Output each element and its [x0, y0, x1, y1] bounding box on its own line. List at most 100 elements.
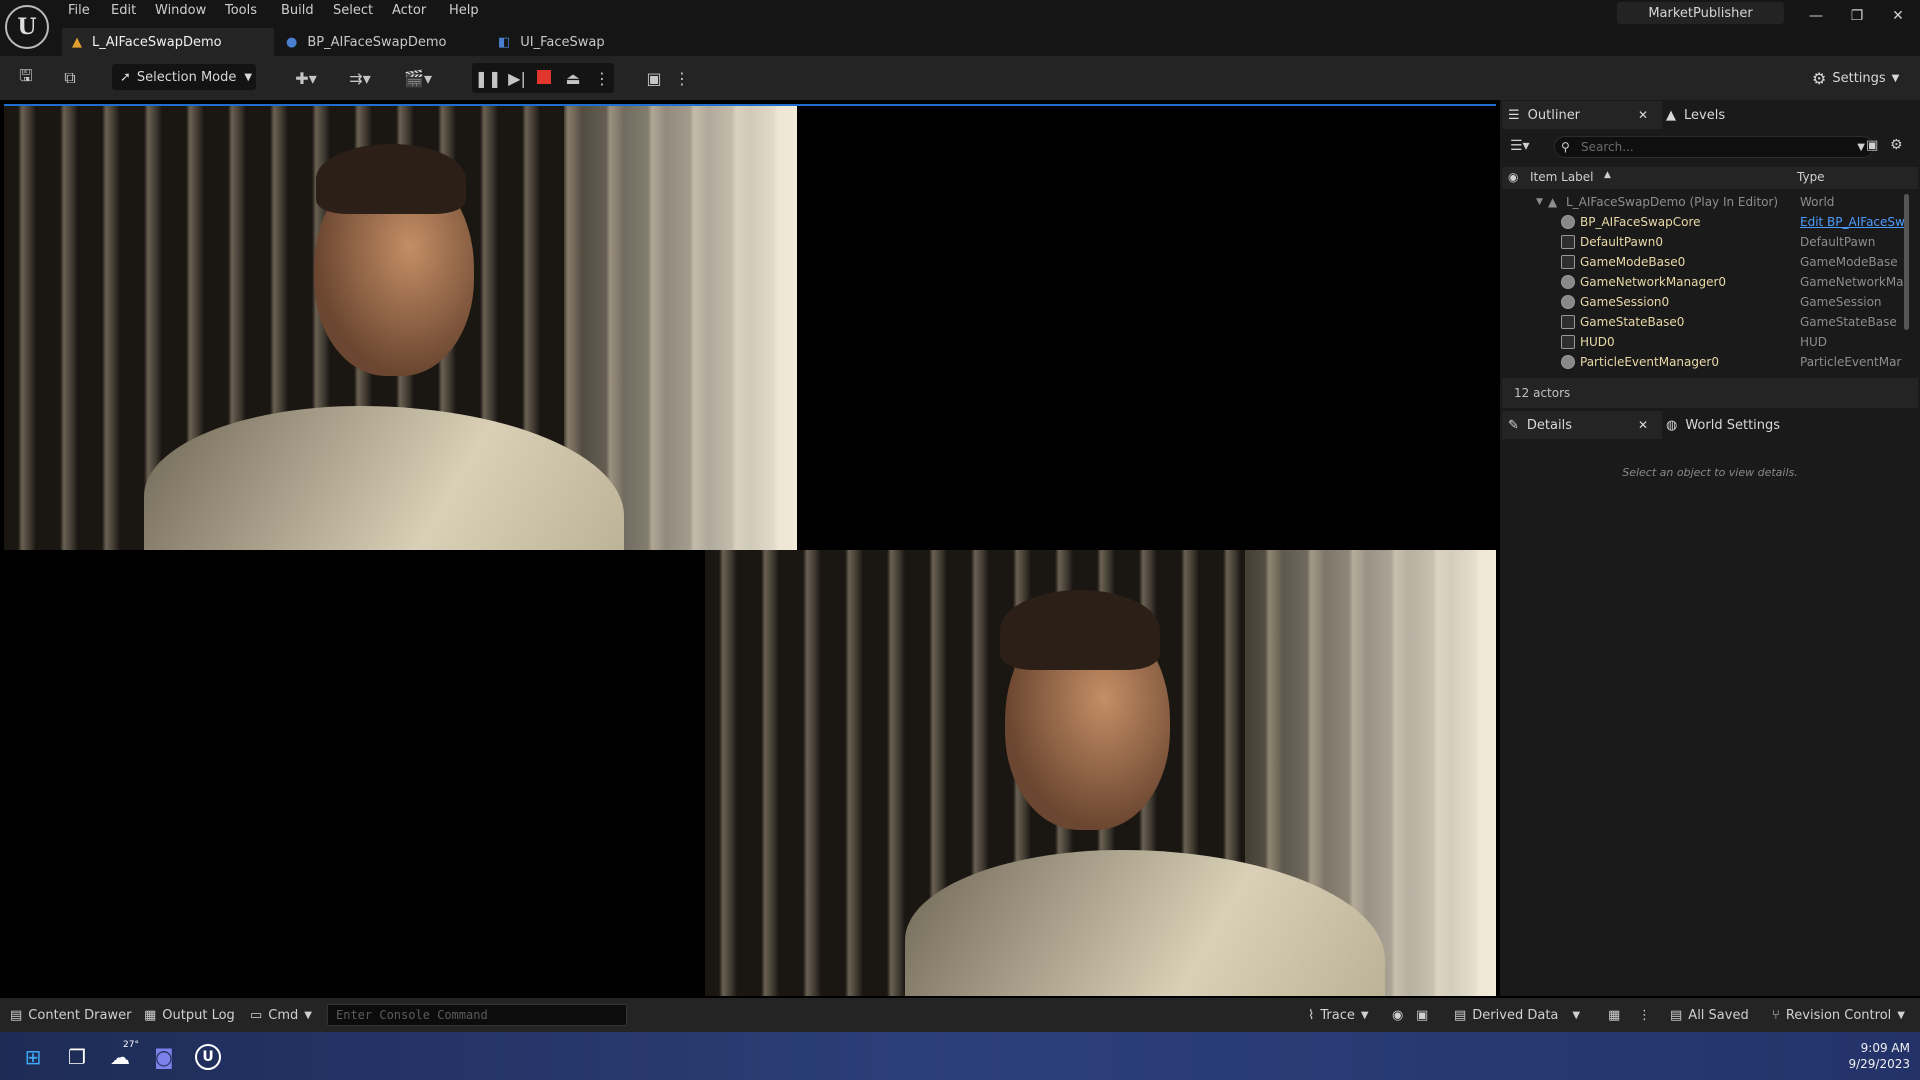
windows-taskbar [0, 1032, 1920, 1080]
restore-icon[interactable]: ❐ [1845, 6, 1869, 26]
outliner-scrollbar[interactable] [1904, 194, 1909, 330]
visibility-icon[interactable]: ◉ [1508, 170, 1518, 184]
tab-outliner-label: Outliner [1527, 107, 1581, 123]
platforms-icon[interactable]: ▣ [642, 66, 666, 90]
output-log-button[interactable]: ▦ Output Log [144, 1006, 235, 1024]
derived-data-icon: ▤ [1454, 1007, 1467, 1023]
outliner-row[interactable]: BP_AIFaceSwapCore Edit BP_AIFaceSw [1502, 212, 1910, 232]
chat-icon[interactable]: ◙ [147, 1040, 181, 1074]
windows-start-icon[interactable]: ⊞ [16, 1040, 50, 1074]
globe-icon: ◍ [1666, 417, 1678, 433]
gamestate-icon [1561, 315, 1575, 329]
levels-icon: ▲ [1666, 107, 1676, 123]
outliner-row[interactable]: GameNetworkManager0 GameNetworkMa [1502, 272, 1910, 292]
row-label: GameNetworkManager0 [1580, 275, 1727, 289]
add-actor-icon[interactable]: ✚▾ [288, 66, 324, 90]
trace-dropdown[interactable]: ⌇ Trace ▼ [1308, 1006, 1369, 1024]
close-tab-icon[interactable]: ✕ [1638, 108, 1648, 122]
save-status-icon: ▤ [1670, 1007, 1683, 1023]
close-icon[interactable]: ✕ [1886, 6, 1910, 26]
menu-edit[interactable]: Edit [111, 3, 136, 21]
filter-icon[interactable]: ☰▾ [1510, 138, 1530, 154]
edit-blueprint-link[interactable]: Edit BP_AIFaceSw [1800, 215, 1910, 229]
menu-help[interactable]: Help [449, 3, 479, 21]
tab-level[interactable]: ▲ L_AIFaceSwapDemo [62, 28, 274, 56]
branch-icon: ⑂ [1772, 1007, 1780, 1023]
menu-window[interactable]: Window [155, 3, 206, 21]
search-icon: ⚲ [1561, 140, 1570, 154]
eject-icon[interactable]: ⏏ [561, 66, 585, 90]
actor-icon [1561, 275, 1575, 289]
stop-icon[interactable] [537, 70, 551, 84]
selection-mode-label: Selection Mode [136, 69, 237, 85]
pause-icon[interactable]: ❚❚ [475, 66, 502, 90]
tab-levels-label: Levels [1684, 107, 1726, 123]
save-icon[interactable]: 🖫 [14, 66, 38, 90]
kebab-menu-icon[interactable]: ⋮ [1638, 1006, 1651, 1024]
close-tab-icon[interactable]: ✕ [1638, 418, 1648, 432]
blueprint-menu-icon[interactable]: ⇉▾ [342, 66, 378, 90]
tab-levels[interactable]: ▲ Levels [1666, 101, 1766, 129]
tab-outliner[interactable]: ☰ Outliner ✕ [1502, 101, 1662, 129]
derived-data-label: Derived Data [1472, 1007, 1559, 1023]
outliner-settings-icon[interactable]: ⚙ [1890, 137, 1903, 153]
add-folder-icon[interactable]: ▣ [1866, 138, 1878, 153]
menu-build[interactable]: Build [281, 3, 314, 21]
browse-icon[interactable]: ⧉ [58, 66, 82, 90]
content-drawer-button[interactable]: ▤ Content Drawer [10, 1006, 131, 1024]
outliner-search-input[interactable]: ⚲ Search... ▼ [1554, 136, 1874, 158]
menu-actor[interactable]: Actor [392, 3, 426, 21]
outliner-row[interactable]: HUD0 HUD [1502, 332, 1910, 352]
outliner-row[interactable]: GameStateBase0 GameStateBase [1502, 312, 1910, 332]
taskbar-clock[interactable]: 9:09 AM 9/29/2023 [1820, 1040, 1910, 1072]
search-placeholder: Search... [1581, 140, 1634, 154]
kebab-menu-icon[interactable]: ⋮ [670, 66, 694, 90]
grid-icon[interactable]: ▦ [1608, 1006, 1620, 1024]
revision-control-dropdown[interactable]: ⑂ Revision Control ▼ [1772, 1006, 1905, 1024]
outliner-row[interactable]: GameSession0 GameSession [1502, 292, 1910, 312]
outliner-world-row[interactable]: ▼ ▲ L_AIFaceSwapDemo (Play In Editor) Wo… [1502, 192, 1910, 212]
task-view-icon[interactable]: ❐ [60, 1040, 94, 1074]
output-log-label: Output Log [162, 1007, 235, 1023]
publisher-badge[interactable]: MarketPublisher [1617, 2, 1784, 24]
tab-details[interactable]: ✎ Details ✕ [1502, 411, 1662, 439]
all-saved-button[interactable]: ▤ All Saved [1670, 1006, 1749, 1024]
tab-widget[interactable]: ◧ UI_FaceSwap [488, 28, 658, 56]
outliner-row[interactable]: DefaultPawn0 DefaultPawn [1502, 232, 1910, 252]
weather-widget[interactable]: ☁ 27° [103, 1040, 139, 1074]
unreal-engine-taskbar-icon[interactable]: U [191, 1040, 225, 1074]
outliner-row[interactable]: ParticleEventManager0 ParticleEventMar [1502, 352, 1910, 372]
row-label: GameStateBase0 [1580, 315, 1685, 329]
actor-icon [1561, 215, 1575, 229]
unreal-logo-icon[interactable]: U [5, 5, 49, 49]
content-drawer-label: Content Drawer [28, 1007, 132, 1023]
menu-file[interactable]: File [68, 3, 90, 21]
selection-mode-dropdown[interactable]: ➚ Selection Mode ▼ [112, 64, 256, 90]
tab-world-settings[interactable]: ◍ World Settings [1666, 411, 1806, 439]
outliner-row[interactable]: GameModeBase0 GameModeBase [1502, 252, 1910, 272]
snapshot-icon[interactable]: ▣ [1416, 1006, 1428, 1024]
output-log-icon: ▦ [144, 1007, 157, 1023]
tab-blueprint[interactable]: ● BP_AIFaceSwapDemo [276, 28, 476, 56]
step-icon[interactable]: ▶| [505, 66, 529, 90]
column-type[interactable]: Type [1797, 170, 1825, 184]
settings-button[interactable]: ⚙ Settings ▼ [1812, 66, 1899, 90]
menu-tools[interactable]: Tools [225, 3, 257, 21]
more-options-icon[interactable]: ⋮ [590, 66, 614, 90]
pencil-icon: ✎ [1508, 417, 1519, 433]
row-type: HUD [1800, 335, 1828, 349]
column-item-label[interactable]: Item Label [1530, 170, 1594, 184]
derived-data-dropdown[interactable]: ▤ Derived Data ▼ [1454, 1006, 1580, 1024]
clock-date: 9/29/2023 [1848, 1057, 1910, 1071]
row-type: GameSession [1800, 295, 1882, 309]
cmd-label: Cmd [268, 1007, 299, 1023]
console-command-input[interactable]: Enter Console Command [327, 1004, 627, 1026]
cinematics-icon[interactable]: 🎬▾ [398, 66, 438, 90]
menu-select[interactable]: Select [333, 3, 373, 21]
cmd-dropdown[interactable]: ▭ Cmd ▼ [250, 1006, 312, 1024]
record-icon[interactable]: ◉ [1392, 1006, 1403, 1024]
chevron-down-icon: ▼ [1897, 1009, 1905, 1021]
expand-icon[interactable]: ▼ [1536, 197, 1543, 207]
actor-count: 12 actors [1502, 378, 1918, 408]
minimize-icon[interactable]: — [1804, 6, 1828, 26]
